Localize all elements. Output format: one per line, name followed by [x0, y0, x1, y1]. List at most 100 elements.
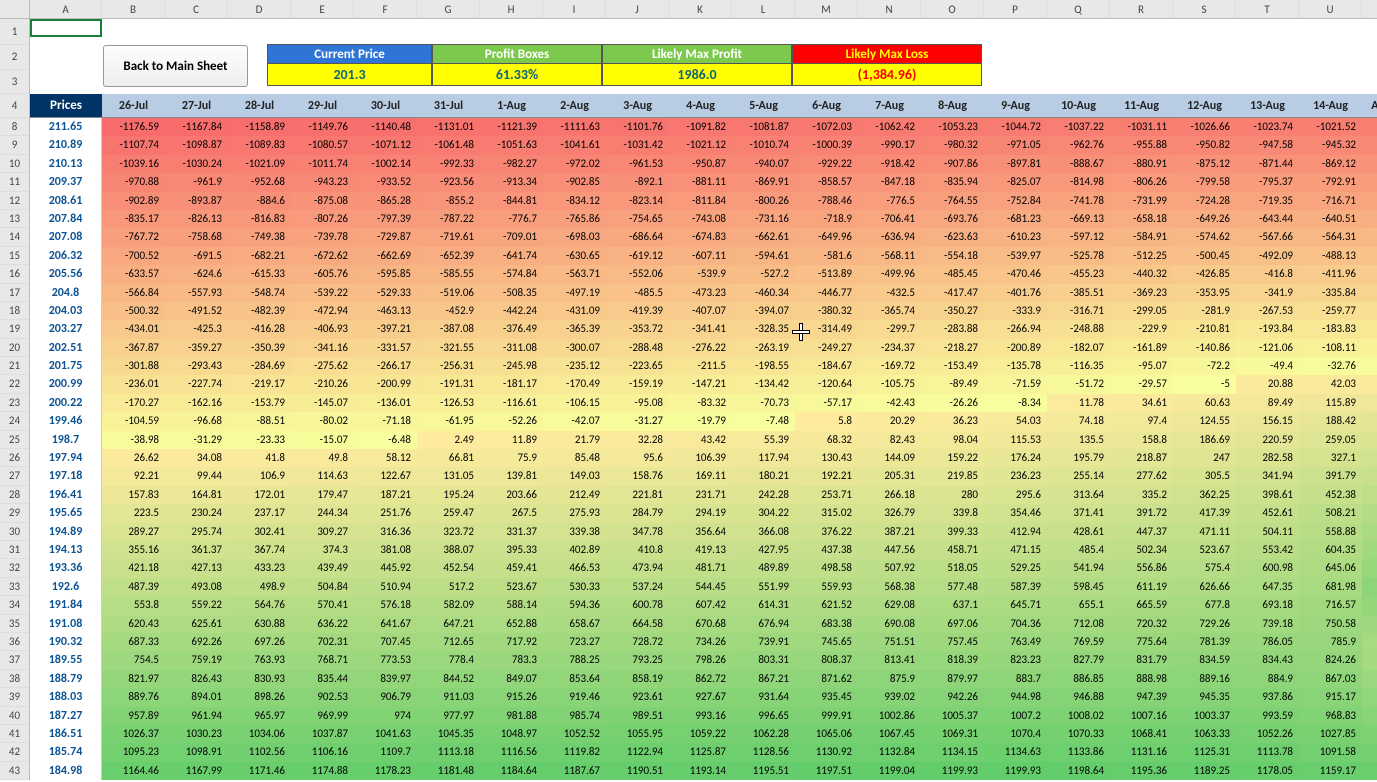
- value-cell[interactable]: 636.22: [291, 615, 354, 633]
- value-cell[interactable]: 421.18: [102, 559, 165, 577]
- value-cell[interactable]: -566.84: [102, 284, 165, 302]
- col-header-b[interactable]: B: [102, 0, 165, 18]
- value-cell[interactable]: -585.55: [417, 265, 480, 283]
- value-cell[interactable]: -88.51: [228, 412, 291, 430]
- value-cell[interactable]: -181.15: [1362, 320, 1377, 338]
- price-cell[interactable]: 191.84: [30, 596, 102, 614]
- value-cell[interactable]: -866.98: [1362, 155, 1377, 173]
- value-cell[interactable]: 347.78: [606, 523, 669, 541]
- value-cell[interactable]: -943.19: [1362, 136, 1377, 154]
- value-cell[interactable]: 366.08: [732, 523, 795, 541]
- value-cell[interactable]: 36.23: [921, 412, 984, 430]
- value-cell[interactable]: 510.94: [354, 578, 417, 596]
- value-cell[interactable]: -5: [1173, 375, 1236, 393]
- value-cell[interactable]: -257.34: [1362, 302, 1377, 320]
- value-cell[interactable]: 576.18: [354, 596, 417, 614]
- value-cell[interactable]: 41.8: [228, 449, 291, 467]
- value-cell[interactable]: 1159.17: [1299, 762, 1362, 780]
- price-cell[interactable]: 194.89: [30, 523, 102, 541]
- value-cell[interactable]: 445.92: [354, 559, 417, 577]
- value-cell[interactable]: 326.79: [858, 504, 921, 522]
- value-cell[interactable]: -159.19: [606, 375, 669, 393]
- value-cell[interactable]: 1174.88: [291, 762, 354, 780]
- value-cell[interactable]: 766.73: [1362, 670, 1377, 688]
- value-cell[interactable]: 339.38: [543, 523, 606, 541]
- value-cell[interactable]: -300.07: [543, 339, 606, 357]
- value-cell[interactable]: -169.72: [858, 357, 921, 375]
- value-cell[interactable]: 937.86: [1236, 688, 1299, 706]
- value-cell[interactable]: -492.09: [1236, 247, 1299, 265]
- value-cell[interactable]: 942.26: [921, 688, 984, 706]
- value-cell[interactable]: 652.88: [480, 615, 543, 633]
- value-cell[interactable]: 180.21: [732, 467, 795, 485]
- row-header-10[interactable]: 10: [0, 155, 29, 173]
- row-header-20[interactable]: 20: [0, 339, 29, 357]
- value-cell[interactable]: -1041.61: [543, 136, 606, 154]
- row-header-24[interactable]: 24: [0, 412, 29, 430]
- value-cell[interactable]: -739.78: [291, 228, 354, 246]
- value-cell[interactable]: -116.61: [480, 394, 543, 412]
- value-cell[interactable]: -880.91: [1110, 155, 1173, 173]
- value-cell[interactable]: 620.43: [102, 615, 165, 633]
- value-cell[interactable]: 687.33: [102, 633, 165, 651]
- value-cell[interactable]: -276.22: [669, 339, 732, 357]
- value-cell[interactable]: -970.88: [102, 173, 165, 191]
- value-cell[interactable]: -765.86: [543, 210, 606, 228]
- row-header-38[interactable]: 38: [0, 670, 29, 688]
- value-cell[interactable]: -6.48: [354, 431, 417, 449]
- value-cell[interactable]: 739.91: [732, 633, 795, 651]
- value-cell[interactable]: 489.89: [732, 559, 795, 577]
- value-cell[interactable]: 946.88: [1047, 688, 1110, 706]
- value-cell[interactable]: 507.92: [858, 559, 921, 577]
- value-cell[interactable]: -826.13: [165, 210, 228, 228]
- value-cell[interactable]: 813.41: [858, 651, 921, 669]
- value-cell[interactable]: -299.7: [858, 320, 921, 338]
- value-cell[interactable]: 1005.37: [921, 707, 984, 725]
- value-cell[interactable]: 626.66: [1173, 578, 1236, 596]
- value-cell[interactable]: -275.62: [291, 357, 354, 375]
- value-cell[interactable]: 176.24: [984, 449, 1047, 467]
- value-cell[interactable]: 447.56: [858, 541, 921, 559]
- value-cell[interactable]: -835.94: [921, 173, 984, 191]
- value-cell[interactable]: -525.78: [1047, 247, 1110, 265]
- value-cell[interactable]: -865.28: [354, 192, 417, 210]
- value-cell[interactable]: 658.67: [543, 615, 606, 633]
- value-cell[interactable]: -38.98: [102, 431, 165, 449]
- select-all-corner[interactable]: [0, 0, 30, 18]
- row-header-2[interactable]: 2: [0, 45, 29, 70]
- value-cell[interactable]: 523.67: [1173, 541, 1236, 559]
- value-cell[interactable]: -972.02: [543, 155, 606, 173]
- value-cell[interactable]: -814.98: [1047, 173, 1110, 191]
- value-cell[interactable]: 647.21: [417, 615, 480, 633]
- value-cell[interactable]: 630.88: [228, 615, 291, 633]
- col-header-l[interactable]: L: [732, 0, 795, 18]
- value-cell[interactable]: 1198.64: [1047, 762, 1110, 780]
- row-header-4[interactable]: 4: [0, 94, 29, 118]
- value-cell[interactable]: 1132.84: [858, 743, 921, 761]
- value-cell[interactable]: 236.23: [984, 467, 1047, 485]
- value-cell[interactable]: 625.61: [165, 615, 228, 633]
- value-cell[interactable]: -249.27: [795, 339, 858, 357]
- value-cell[interactable]: -350.27: [921, 302, 984, 320]
- value-cell[interactable]: 641.67: [354, 615, 417, 633]
- value-cell[interactable]: -95.08: [606, 394, 669, 412]
- value-cell[interactable]: -835.17: [102, 210, 165, 228]
- value-cell[interactable]: -234.37: [858, 339, 921, 357]
- value-cell[interactable]: 665.59: [1110, 596, 1173, 614]
- value-cell[interactable]: 645.71: [984, 596, 1047, 614]
- value-cell[interactable]: -191.31: [417, 375, 480, 393]
- value-cell[interactable]: 179.47: [291, 486, 354, 504]
- value-cell[interactable]: -350.39: [228, 339, 291, 357]
- value-cell[interactable]: -19.79: [669, 412, 732, 430]
- value-cell[interactable]: -491.52: [165, 302, 228, 320]
- value-cell[interactable]: -488.13: [1299, 247, 1362, 265]
- value-cell[interactable]: 32.28: [606, 431, 669, 449]
- row-header-33[interactable]: 33: [0, 578, 29, 596]
- value-cell[interactable]: 164.81: [165, 486, 228, 504]
- value-cell[interactable]: 785.9: [1299, 633, 1362, 651]
- value-cell[interactable]: 5.8: [795, 412, 858, 430]
- value-cell[interactable]: 172.01: [228, 486, 291, 504]
- value-cell[interactable]: 1002.86: [858, 707, 921, 725]
- value-cell[interactable]: -1167.84: [165, 118, 228, 136]
- row-header-19[interactable]: 19: [0, 320, 29, 338]
